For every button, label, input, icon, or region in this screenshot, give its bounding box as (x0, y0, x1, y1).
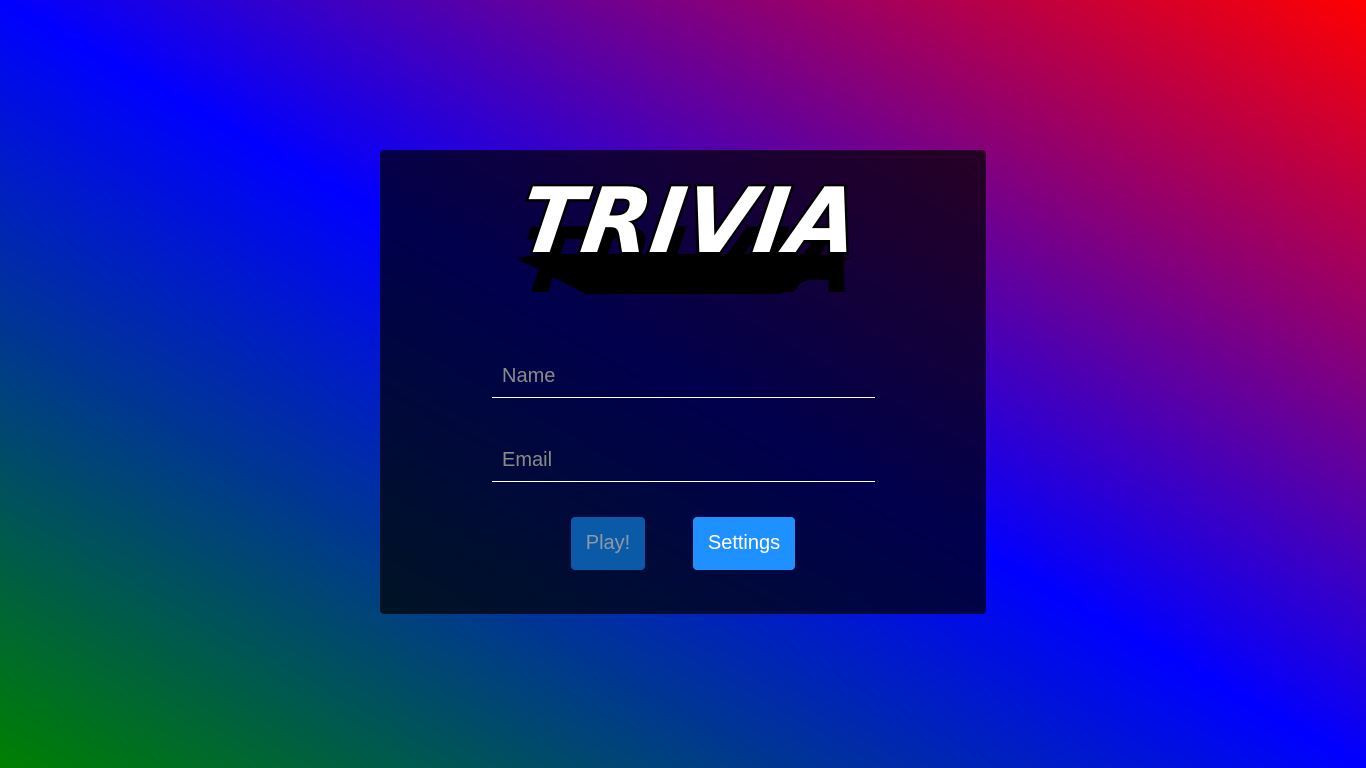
trivia-logo: TRIVIA TRIVIA (516, 176, 852, 300)
play-button[interactable]: Play! (571, 517, 645, 570)
name-input[interactable] (492, 356, 875, 398)
settings-button[interactable]: Settings (693, 517, 795, 570)
login-card: TRIVIA TRIVIA Play! Settings (380, 150, 986, 614)
email-input[interactable] (492, 440, 875, 482)
svg-text:TRIVIA: TRIVIA (516, 176, 852, 274)
